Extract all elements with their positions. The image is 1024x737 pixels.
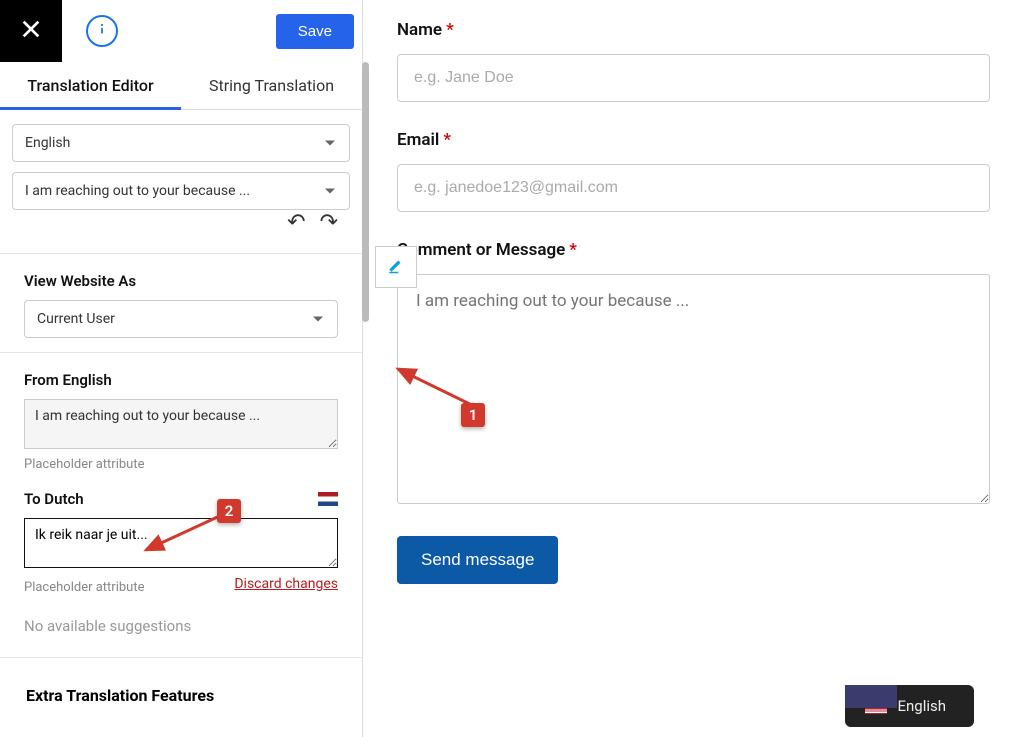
pencil-icon — [387, 256, 405, 278]
annotation-badge-2: 2 — [217, 499, 241, 523]
to-textarea[interactable] — [24, 518, 338, 568]
no-suggestions-text: No available suggestions — [12, 603, 350, 649]
tab-translation-editor[interactable]: Translation Editor — [0, 62, 181, 109]
edit-translation-button[interactable] — [375, 246, 417, 288]
name-label: Name* — [397, 20, 990, 40]
comment-label: Comment or Message* — [397, 240, 990, 260]
comment-field: Comment or Message* — [397, 240, 990, 508]
to-heading: To Dutch — [12, 480, 350, 518]
required-asterisk: * — [443, 130, 451, 150]
from-heading: From English — [12, 361, 350, 399]
email-label: Email* — [397, 130, 990, 150]
select-value: English — [25, 135, 70, 151]
send-message-button[interactable]: Send message — [397, 536, 558, 584]
save-button[interactable]: Save — [276, 14, 354, 49]
discard-changes-link[interactable]: Discard changes — [234, 576, 350, 592]
flag-nl-icon — [318, 492, 338, 506]
from-textarea — [24, 399, 338, 449]
string-select[interactable]: I am reaching out to your because ... — [12, 172, 350, 210]
email-input[interactable] — [397, 164, 990, 212]
to-hint: Placeholder attribute — [12, 580, 156, 603]
select-value: Current User — [37, 311, 115, 327]
flag-us-icon — [865, 699, 887, 714]
name-field: Name* — [397, 20, 990, 102]
view-as-select[interactable]: Current User — [24, 300, 338, 338]
label-text: Comment or Message — [397, 240, 565, 260]
undo-icon[interactable]: ↶ — [287, 210, 305, 235]
tab-string-translation[interactable]: String Translation — [181, 62, 362, 109]
required-asterisk: * — [569, 240, 577, 260]
from-hint: Placeholder attribute — [12, 457, 350, 480]
comment-textarea[interactable] — [397, 274, 990, 504]
source-language-select[interactable]: English — [12, 124, 350, 162]
sidebar-tabs: Translation Editor String Translation — [0, 62, 362, 110]
page-preview: Name* Email* Comment or Message* — [363, 0, 1024, 737]
annotation-badge-1: 1 — [461, 403, 485, 427]
info-icon — [94, 21, 110, 41]
language-switcher-label: English — [897, 697, 946, 715]
translation-sidebar: Save Translation Editor String Translati… — [0, 0, 363, 737]
close-button[interactable] — [0, 0, 62, 62]
view-as-heading: View Website As — [12, 262, 350, 300]
close-icon — [20, 18, 42, 44]
label-text: Email — [397, 130, 439, 150]
name-input[interactable] — [397, 54, 990, 102]
email-field: Email* — [397, 130, 990, 212]
extra-features-heading: Extra Translation Features — [12, 666, 350, 715]
sidebar-body: English I am reaching out to your becaus… — [0, 110, 362, 737]
language-switcher[interactable]: English — [845, 685, 974, 727]
redo-icon[interactable]: ↷ — [320, 210, 338, 235]
required-asterisk: * — [446, 20, 454, 40]
select-value: I am reaching out to your because ... — [25, 183, 250, 199]
sidebar-topbar: Save — [0, 0, 362, 62]
info-button[interactable] — [86, 15, 118, 47]
label-text: Name — [397, 20, 442, 40]
